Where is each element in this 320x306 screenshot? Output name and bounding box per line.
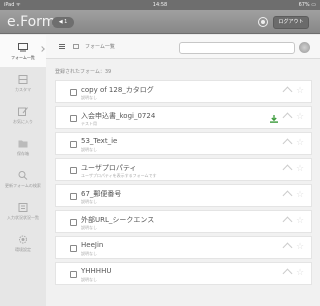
gear-icon — [19, 235, 27, 243]
share-icon[interactable] — [282, 242, 293, 253]
share-icon[interactable] — [282, 268, 293, 279]
folder-icon[interactable] — [73, 44, 79, 49]
logout-button[interactable]: ログアウト — [273, 16, 309, 29]
back-button[interactable]: ◀ 1 — [52, 17, 74, 28]
form-name: copy of 128_カタログ — [81, 86, 154, 94]
form-description: 説明なし — [81, 225, 97, 230]
app-title: e.Form — [7, 14, 56, 30]
form-row[interactable]: 入会申込書_kogi_0724 テスト用 ☆ — [55, 106, 312, 129]
checkbox[interactable] — [70, 219, 77, 226]
form-row[interactable]: 外部URL_シークエンス 説明なし ☆ — [55, 210, 312, 233]
form-name: YHHHHU — [81, 267, 112, 275]
checkbox[interactable] — [70, 271, 77, 278]
sidebar-item-label: カスタマ — [15, 86, 31, 92]
gear-icon[interactable] — [258, 17, 268, 27]
star-icon[interactable]: ☆ — [296, 164, 304, 174]
checkbox[interactable] — [70, 167, 77, 174]
top-nav-bar: e.Form ◀ 1 ログアウト — [0, 10, 320, 34]
sidebar-item-label: 入力状況状況一覧 — [7, 214, 39, 220]
download-icon[interactable] — [270, 115, 278, 123]
form-description: 説明なし — [81, 251, 97, 256]
edit-icon — [18, 106, 28, 116]
list-icon — [18, 202, 28, 212]
chevron-right-icon — [39, 46, 45, 52]
grid-icon — [18, 74, 28, 84]
sidebar-item-search[interactable]: 更新フォームの検索 — [0, 163, 46, 195]
share-icon[interactable] — [282, 164, 293, 175]
checkbox[interactable] — [70, 193, 77, 200]
sidebar-item-status-list[interactable]: 入力状況状況一覧 — [0, 195, 46, 227]
sidebar-item-label: 環境設定 — [15, 246, 31, 252]
sidebar-item-custom[interactable]: カスタマ — [0, 67, 46, 99]
share-icon[interactable] — [282, 216, 293, 227]
status-bar: iPad ᯤ 14:58 67% ▭ — [0, 0, 320, 10]
form-row[interactable]: ユーザプロパティ ユーザプロパティを表示するフォームです ☆ — [55, 158, 312, 181]
form-description: 説明なし — [81, 95, 97, 100]
form-description: 説明なし — [81, 199, 97, 204]
form-list: copy of 128_カタログ 説明なし ☆ 入会申込書_kogi_0724 テスト用… — [55, 80, 312, 288]
sidebar-item-storage[interactable]: 保存箱 — [0, 131, 46, 163]
form-name: 外部URL_シークエンス — [81, 216, 155, 224]
form-row[interactable]: 67_郵便番号 説明なし ☆ — [55, 184, 312, 207]
sidebar-item-label: 更新フォームの検索 — [5, 182, 41, 188]
form-row[interactable]: HeeJin 説明なし ☆ — [55, 236, 312, 259]
form-name: 53_Text_ie — [81, 137, 118, 145]
main-content: フォーム一覧 登録されたフォーム：39 copy of 128_カタログ 説明なし… — [46, 35, 320, 306]
star-icon[interactable]: ☆ — [296, 242, 304, 252]
sidebar-item-settings[interactable]: 環境設定 — [0, 227, 46, 259]
form-name: 入会申込書_kogi_0724 — [81, 112, 156, 120]
sidebar-item-label: お気に入り — [13, 118, 33, 124]
form-name: ユーザプロパティ — [81, 164, 137, 172]
sidebar-item-favorites[interactable]: お気に入り — [0, 99, 46, 131]
form-row[interactable]: copy of 128_カタログ 説明なし ☆ — [55, 80, 312, 103]
star-icon[interactable]: ☆ — [296, 86, 304, 96]
form-name: HeeJin — [81, 241, 104, 249]
form-row[interactable]: 53_Text_ie 説明なし ☆ — [55, 132, 312, 155]
battery-indicator: 67% ▭ — [298, 2, 316, 8]
toolbar: フォーム一覧 — [46, 35, 320, 59]
breadcrumb: フォーム一覧 — [85, 44, 115, 50]
share-icon[interactable] — [282, 190, 293, 201]
star-icon[interactable]: ☆ — [296, 190, 304, 200]
form-description: 説明なし — [81, 277, 97, 282]
form-description: テスト用 — [81, 121, 97, 126]
sidebar: フォーム一覧 カスタマ お気に入り 保存箱 更新フォームの検索 入力状況状況一覧 — [0, 35, 46, 306]
star-icon[interactable]: ☆ — [296, 268, 304, 278]
share-icon[interactable] — [282, 138, 293, 149]
checkbox[interactable] — [70, 245, 77, 252]
search-icon — [18, 170, 28, 180]
list-view-icon[interactable] — [59, 44, 65, 49]
form-description: 説明なし — [81, 147, 97, 152]
tray-icon — [18, 42, 28, 51]
form-description: ユーザプロパティを表示するフォームです — [81, 173, 157, 178]
share-icon[interactable] — [282, 86, 293, 97]
form-name: 67_郵便番号 — [81, 190, 122, 198]
checkbox[interactable] — [70, 89, 77, 96]
form-count-label: 登録されたフォーム：39 — [55, 69, 112, 75]
search-input[interactable] — [179, 42, 295, 54]
share-icon[interactable] — [282, 112, 293, 123]
checkbox[interactable] — [70, 115, 77, 122]
star-icon[interactable]: ☆ — [296, 138, 304, 148]
star-icon[interactable]: ☆ — [296, 216, 304, 226]
folder-icon — [18, 140, 28, 147]
checkbox[interactable] — [70, 141, 77, 148]
form-row[interactable]: YHHHHU 説明なし ☆ — [55, 262, 312, 285]
sidebar-item-form-list[interactable]: フォーム一覧 — [0, 35, 46, 67]
sidebar-item-label: 保存箱 — [17, 150, 29, 156]
star-icon[interactable]: ☆ — [296, 112, 304, 122]
sidebar-item-label: フォーム一覧 — [11, 54, 35, 60]
search-button[interactable] — [299, 42, 310, 53]
clock: 14:58 — [152, 2, 168, 8]
